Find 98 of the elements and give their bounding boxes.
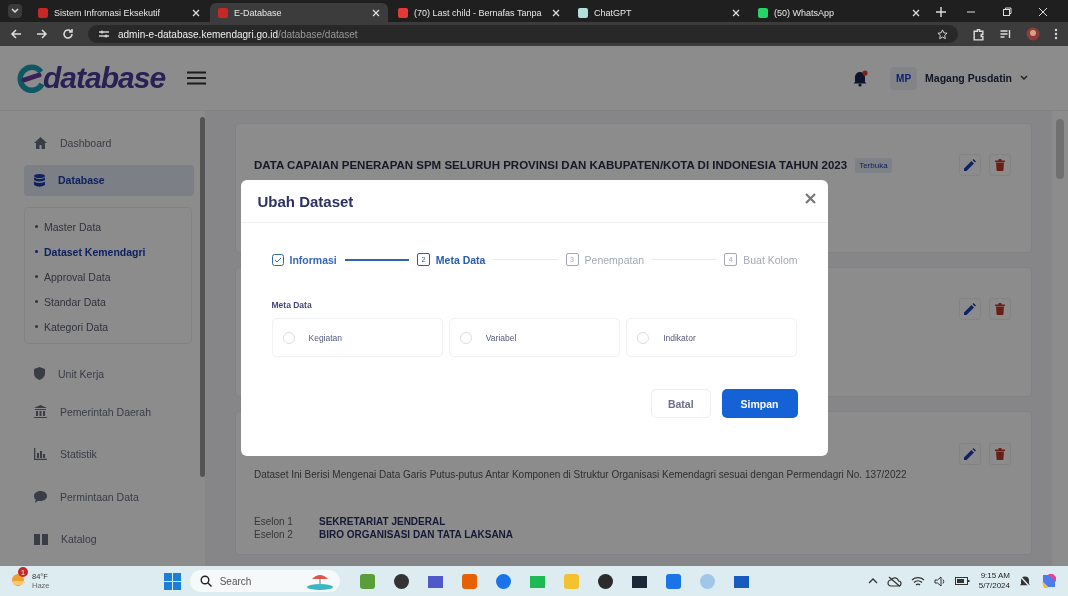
browser-tab[interactable]: (70) Last child - Bernafas Tanpa [390, 3, 568, 22]
notification-bell-icon[interactable] [1019, 574, 1031, 588]
edit-button[interactable] [959, 154, 981, 176]
field-label: Eselon 2 [254, 529, 294, 540]
trash-icon [995, 303, 1005, 315]
modal-title: Ubah Dataset [257, 192, 354, 210]
chevron-down-icon[interactable] [1020, 75, 1028, 81]
star-icon[interactable] [937, 28, 948, 40]
radio-option[interactable]: Variabel [448, 318, 621, 357]
wifi-icon[interactable] [910, 575, 925, 587]
checkbox-check-icon [271, 253, 284, 266]
sidebar-item[interactable]: Katalog [24, 523, 194, 556]
dataset-description: Dataset Ini Berisi Mengenai Data Garis Putus-putus Antar Komponen di Struktur Organisasi Kemendagri sesuai dengan Permendagri No. 137/2022 [254, 469, 908, 480]
field-label: Eselon 1 [254, 516, 294, 527]
sidebar-subitem[interactable]: Kategori Data [35, 314, 191, 340]
site-settings-icon[interactable] [98, 29, 110, 39]
search-field[interactable]: Search [189, 570, 340, 592]
favicon-icon [218, 7, 228, 18]
user-menu[interactable]: Magang Pusdatin [925, 72, 1012, 84]
new-tab-icon[interactable] [936, 7, 946, 17]
sidebar-subitem[interactable]: Standar Data [35, 289, 191, 315]
sidebar-item[interactable]: Statistik [24, 438, 194, 470]
pencil-icon [964, 303, 976, 315]
bullet-icon [35, 325, 38, 329]
trash-icon [995, 448, 1005, 460]
extension-icon[interactable] [972, 27, 985, 41]
cancel-button[interactable]: Batal [650, 389, 711, 418]
sidebar-subitem[interactable]: Approval Data [35, 264, 191, 290]
reading-list-icon[interactable] [999, 28, 1012, 40]
pencil-icon [964, 448, 976, 460]
favicon-icon [38, 7, 48, 18]
edit-button[interactable] [959, 443, 981, 465]
favicon-icon [758, 7, 768, 18]
windows-start-icon[interactable] [163, 572, 181, 590]
field-label: Meta Data [271, 300, 313, 310]
browser-tab[interactable]: ChatGPT [570, 3, 748, 22]
forward-icon[interactable] [36, 28, 48, 40]
shield-icon [34, 367, 45, 381]
save-button[interactable]: Simpan [721, 389, 798, 418]
logo-text: database [43, 61, 166, 95]
browser-tab[interactable]: Sistem Infromasi Eksekutif [30, 3, 208, 22]
bullet-icon [35, 250, 38, 254]
delete-button[interactable] [989, 443, 1011, 465]
radio-option[interactable]: Indikator [626, 318, 798, 357]
battery-icon[interactable] [954, 576, 970, 586]
scrollbar-thumb[interactable] [1056, 119, 1064, 179]
taskbar-app-icon[interactable] [596, 572, 614, 590]
bar-chart-icon [34, 448, 47, 461]
back-icon[interactable] [10, 28, 22, 40]
profile-icon[interactable] [1026, 27, 1040, 41]
pencil-icon [964, 159, 976, 171]
sidebar-item[interactable]: Dashboard [24, 127, 194, 159]
clock-time[interactable]: 9:15 AM [980, 570, 1010, 581]
sidebar-subitem[interactable]: Dataset Kemendagri [35, 239, 191, 265]
access-tag: Terbuka [855, 157, 892, 173]
logo-icon [16, 63, 46, 93]
restore-icon[interactable] [1002, 7, 1012, 17]
delete-button[interactable] [989, 154, 1011, 176]
user-avatar[interactable]: MP [890, 66, 918, 90]
field-value: SEKRETARIAT JENDERAL [319, 516, 446, 527]
book-icon [34, 533, 48, 545]
copilot-icon[interactable] [1040, 572, 1058, 590]
bullet-icon [35, 225, 38, 229]
dataset-title[interactable]: DATA CAPAIAN PENERAPAN SPM SELURUH PROVINSI DAN KABUPATEN/KOTA DI INDONESIA TAHUN 2023 [254, 159, 848, 171]
database-icon [34, 173, 45, 187]
cloud-off-icon[interactable] [886, 575, 902, 587]
clock-date[interactable]: 5/7/2024 [978, 581, 1010, 592]
favicon-icon [578, 7, 588, 18]
more-icon[interactable] [1054, 28, 1058, 40]
bullet-icon [35, 300, 38, 304]
sidebar-subitem[interactable]: Master Data [35, 214, 191, 240]
bullet-icon [35, 275, 38, 279]
bank-icon [34, 405, 47, 418]
browser-tab[interactable]: (50) WhatsApp [750, 3, 928, 22]
beach-umbrella-icon [305, 572, 334, 590]
home-icon [34, 136, 47, 149]
sidebar-item[interactable]: Database [24, 164, 194, 197]
speaker-icon[interactable] [933, 575, 946, 587]
sidebar-item[interactable]: Permintaan Data [24, 480, 194, 513]
trash-icon [995, 159, 1005, 171]
reload-icon[interactable] [62, 28, 74, 40]
sidebar-item[interactable]: Pemerintah Daerah [24, 395, 194, 428]
taskbar-app-icon[interactable] [392, 572, 410, 590]
address-field[interactable]: admin-e-database.kemendagri.go.id/database/dataset [88, 25, 958, 43]
menu-icon[interactable] [187, 71, 207, 85]
tab-search-icon[interactable] [8, 4, 22, 18]
edit-button[interactable] [959, 298, 981, 320]
wizard-step: Informasi [271, 253, 337, 266]
radio-option[interactable]: Kegiatan [271, 318, 443, 357]
delete-button[interactable] [989, 298, 1011, 320]
search-icon [199, 575, 212, 587]
chevron-up-icon[interactable] [867, 578, 878, 584]
field-value: BIRO ORGANISASI DAN TATA LAKSANA [319, 529, 514, 540]
notification-bell-icon[interactable] [852, 69, 869, 87]
browser-tab[interactable]: E-Database [210, 3, 388, 22]
favicon-icon [398, 7, 408, 18]
chat-bubble-icon [34, 490, 47, 503]
sidebar-item[interactable]: Unit Kerja [24, 358, 194, 390]
